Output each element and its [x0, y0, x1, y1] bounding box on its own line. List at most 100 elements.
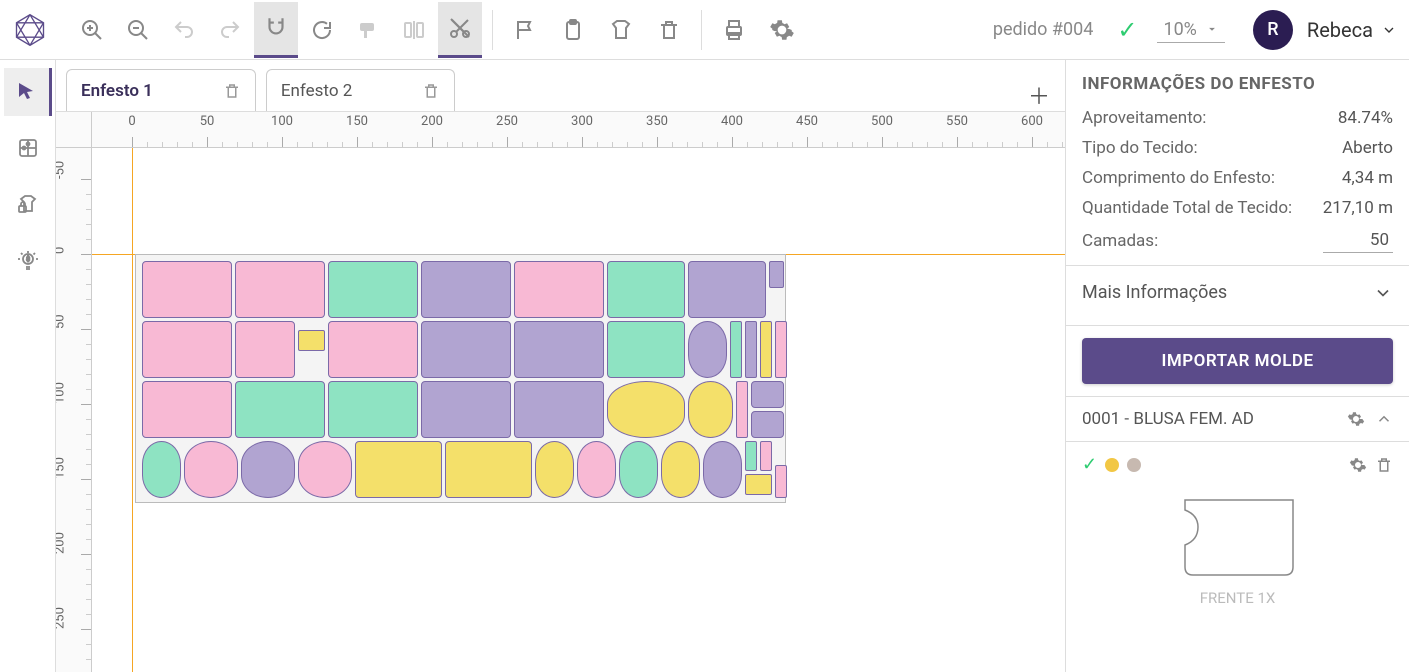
info-label: Comprimento do Enfesto:	[1082, 168, 1275, 188]
undo-button[interactable]	[162, 2, 206, 58]
pattern-piece[interactable]	[421, 321, 511, 378]
trash-icon[interactable]	[223, 82, 241, 100]
flag-button[interactable]	[503, 2, 547, 58]
trash-icon[interactable]	[1375, 456, 1393, 474]
pattern-piece[interactable]	[760, 441, 772, 471]
app-logo	[12, 12, 48, 48]
pattern-piece[interactable]	[235, 261, 325, 318]
paint-button[interactable]	[346, 2, 390, 58]
info-value: 4,34 m	[1342, 168, 1393, 188]
chevron-down-icon	[1373, 283, 1393, 303]
mirror-button[interactable]	[392, 2, 436, 58]
chevron-up-icon[interactable]	[1375, 410, 1393, 428]
pattern-piece[interactable]	[745, 321, 757, 378]
zoom-select[interactable]: 10%	[1157, 17, 1224, 43]
pattern-piece[interactable]	[298, 441, 352, 498]
layers-input[interactable]	[1323, 228, 1393, 253]
clipboard-button[interactable]	[551, 2, 595, 58]
idea-tool[interactable]: $	[4, 236, 52, 284]
pattern-piece[interactable]	[235, 321, 295, 378]
canvas-area: Enfesto 1 Enfesto 2 ＋ 050100150200250300…	[56, 60, 1065, 672]
pattern-piece[interactable]	[355, 441, 442, 498]
pattern-piece[interactable]	[535, 441, 574, 498]
pattern-piece[interactable]	[760, 321, 772, 378]
pattern-piece[interactable]	[661, 441, 700, 498]
magnet-button[interactable]	[254, 2, 298, 58]
pattern-piece[interactable]	[607, 261, 685, 318]
pattern-piece[interactable]	[142, 381, 232, 438]
pattern-piece[interactable]	[298, 330, 325, 351]
pattern-piece[interactable]	[751, 411, 784, 438]
pattern-piece[interactable]	[235, 381, 325, 438]
molde-header[interactable]: 0001 - BLUSA FEM. AD	[1082, 409, 1393, 429]
pattern-piece[interactable]	[142, 441, 181, 498]
cut-disabled-button[interactable]	[438, 2, 482, 58]
ruler-vertical[interactable]: -50050100150200250	[56, 148, 92, 672]
avatar[interactable]: R	[1253, 10, 1293, 50]
refresh-button[interactable]	[300, 2, 344, 58]
pattern-piece[interactable]	[328, 261, 418, 318]
separator	[492, 10, 493, 50]
pattern-piece[interactable]	[142, 321, 232, 378]
pattern-piece[interactable]	[775, 321, 787, 378]
info-value: 84.74%	[1338, 108, 1393, 128]
pattern-piece[interactable]	[745, 474, 772, 495]
pattern-piece[interactable]	[607, 321, 685, 378]
gear-icon[interactable]	[1349, 456, 1367, 474]
tab-enfesto-1[interactable]: Enfesto 1	[66, 69, 256, 111]
print-button[interactable]	[712, 2, 756, 58]
separator	[701, 10, 702, 50]
pattern-piece[interactable]	[184, 441, 238, 498]
more-info-toggle[interactable]: Mais Informações	[1082, 278, 1393, 313]
pattern-piece[interactable]	[607, 381, 685, 438]
pattern-piece[interactable]	[688, 381, 733, 438]
pattern-piece[interactable]	[328, 321, 418, 378]
shirt-button[interactable]	[599, 2, 643, 58]
import-molde-button[interactable]: IMPORTAR MOLDE	[1082, 338, 1393, 384]
pattern-piece[interactable]	[577, 441, 616, 498]
molde-title: 0001 - BLUSA FEM. AD	[1082, 409, 1254, 429]
user-name: Rebeca	[1307, 18, 1373, 42]
add-tab-button[interactable]: ＋	[1023, 79, 1055, 111]
color-dot-grey[interactable]	[1127, 458, 1141, 472]
delete-button[interactable]	[647, 2, 691, 58]
info-value: 217,10 m	[1323, 198, 1393, 218]
pattern-piece[interactable]	[730, 321, 742, 378]
pattern-piece[interactable]	[328, 381, 418, 438]
trash-icon[interactable]	[422, 82, 440, 100]
pattern-piece[interactable]	[688, 321, 727, 378]
zoom-out-button[interactable]	[116, 2, 160, 58]
settings-button[interactable]	[760, 2, 804, 58]
canvas[interactable]	[92, 148, 1065, 672]
color-dot-yellow[interactable]	[1105, 458, 1119, 472]
lock-shirt-tool[interactable]	[4, 180, 52, 228]
zoom-in-button[interactable]	[70, 2, 114, 58]
pattern-piece[interactable]	[769, 261, 784, 288]
pointer-tool[interactable]	[4, 68, 52, 116]
gear-icon[interactable]	[1347, 410, 1365, 428]
pattern-piece[interactable]	[514, 321, 604, 378]
pattern-piece[interactable]	[751, 381, 784, 408]
pattern-piece[interactable]	[421, 261, 511, 318]
pattern-piece[interactable]	[241, 441, 295, 498]
puzzle-tool[interactable]	[4, 124, 52, 172]
pattern-piece[interactable]	[619, 441, 658, 498]
ruler-horizontal[interactable]: 050100150200250300350400450500550600	[92, 112, 1065, 148]
zoom-value: 10%	[1163, 19, 1196, 40]
marker-board[interactable]	[135, 254, 786, 503]
info-label: Camadas:	[1082, 231, 1158, 251]
tab-enfesto-2[interactable]: Enfesto 2	[266, 69, 455, 111]
info-label: Aproveitamento:	[1082, 108, 1206, 128]
pattern-piece[interactable]	[745, 441, 757, 471]
pattern-piece[interactable]	[514, 261, 604, 318]
pattern-piece[interactable]	[688, 261, 766, 318]
pattern-piece[interactable]	[421, 381, 511, 438]
pattern-piece[interactable]	[736, 381, 748, 438]
redo-button[interactable]	[208, 2, 252, 58]
pattern-piece[interactable]	[775, 465, 787, 498]
user-menu[interactable]: Rebeca	[1307, 18, 1397, 42]
pattern-piece[interactable]	[445, 441, 532, 498]
pattern-piece[interactable]	[703, 441, 742, 498]
pattern-piece[interactable]	[514, 381, 604, 438]
pattern-piece[interactable]	[142, 261, 232, 318]
